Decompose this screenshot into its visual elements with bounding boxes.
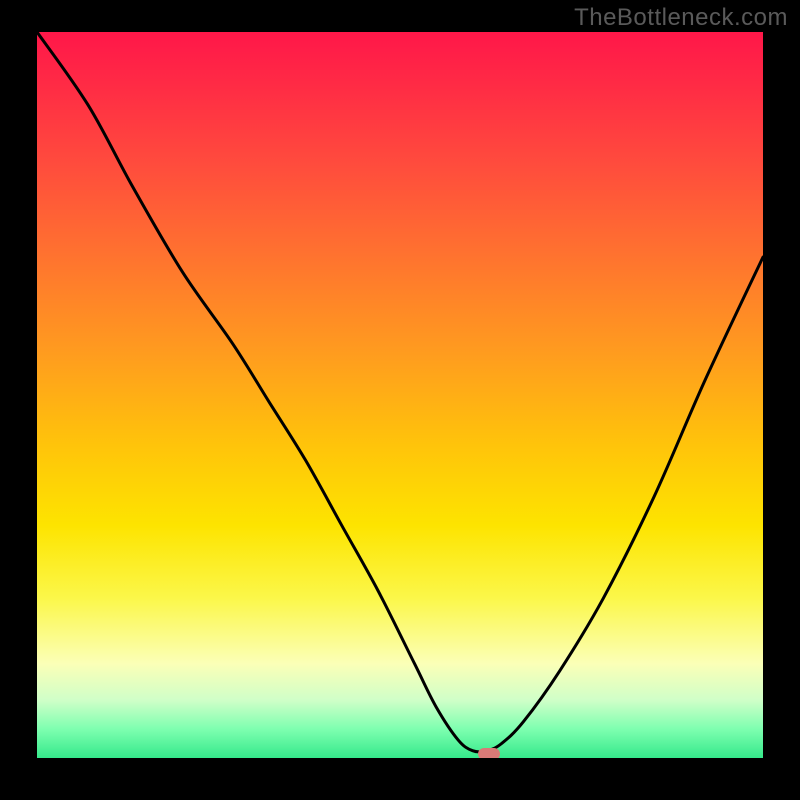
bottleneck-curve bbox=[37, 32, 763, 758]
curve-path bbox=[37, 32, 763, 752]
plot-area bbox=[37, 32, 763, 758]
chart-frame: TheBottleneck.com bbox=[0, 0, 800, 800]
watermark-text: TheBottleneck.com bbox=[574, 4, 788, 32]
minimum-marker bbox=[478, 748, 500, 758]
